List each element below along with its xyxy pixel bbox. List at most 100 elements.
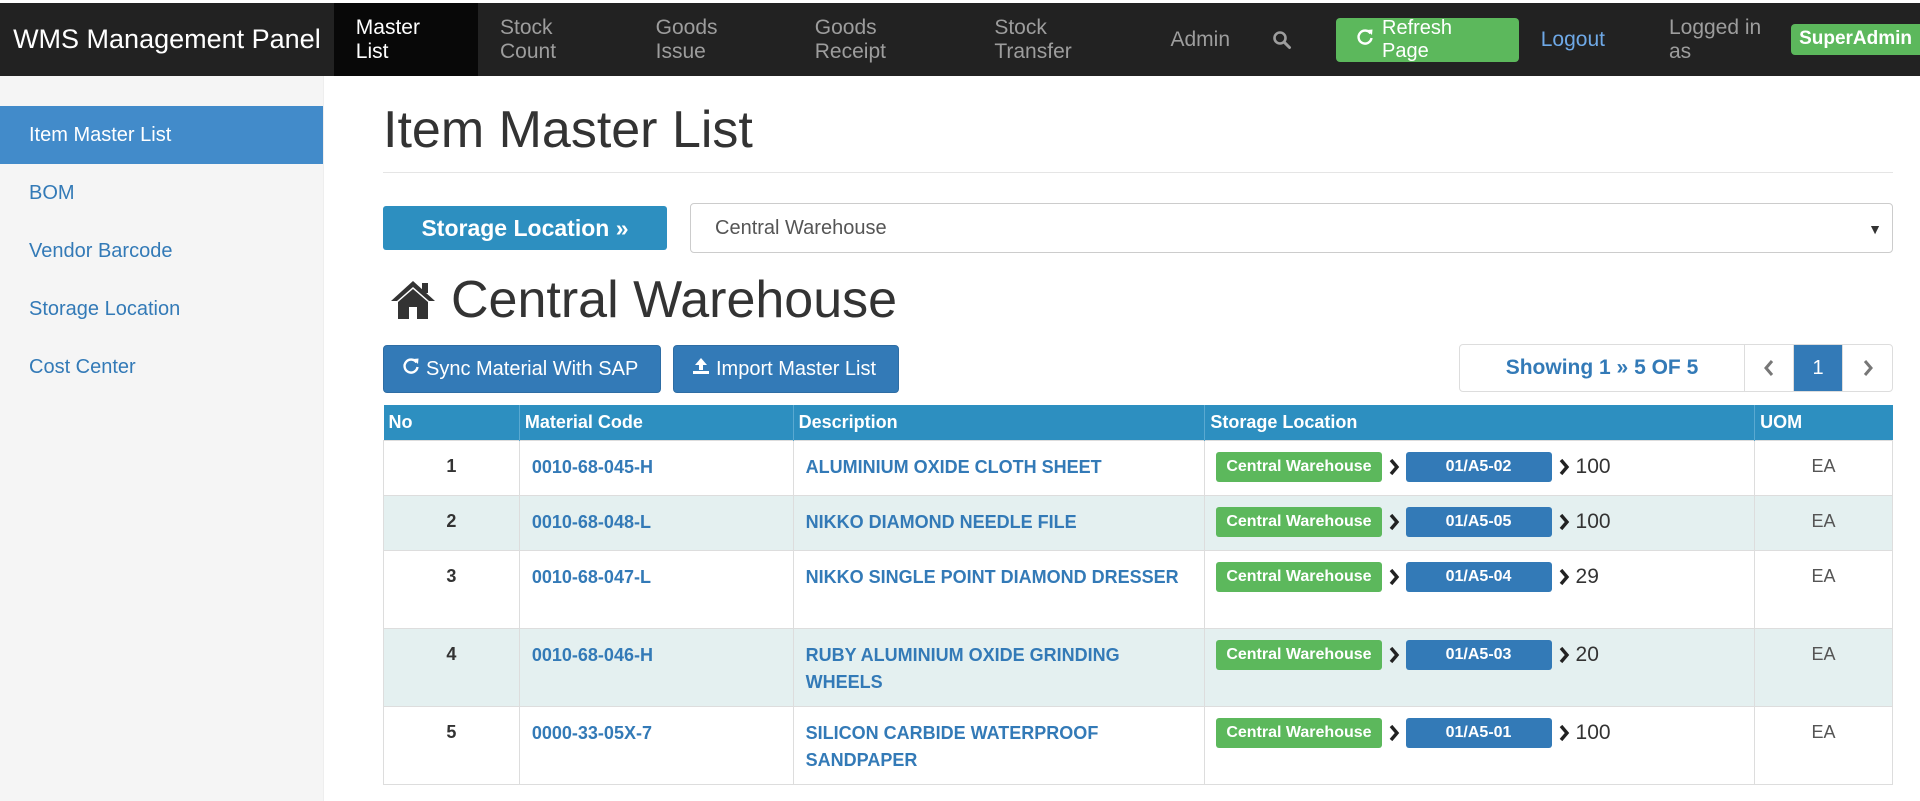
quantity: 100 xyxy=(1575,509,1611,533)
quantity: 29 xyxy=(1575,564,1599,588)
chevron-right-icon xyxy=(1863,360,1873,376)
brand-title[interactable]: WMS Management Panel xyxy=(0,3,334,76)
import-master-list-button[interactable]: Import Master List xyxy=(673,345,899,393)
chevron-right-icon xyxy=(1388,646,1400,664)
chevron-right-icon xyxy=(1558,458,1570,476)
bin-badge: 01/A5-02 xyxy=(1405,451,1552,482)
import-master-list-label: Import Master List xyxy=(716,357,877,380)
storage-location-path: Central Warehouse 01/A5-01 100 xyxy=(1216,717,1742,748)
search-icon[interactable] xyxy=(1252,3,1310,76)
main-content: Item Master List Storage Location » Cent… xyxy=(383,76,1893,785)
description-link[interactable]: SILICON CARBIDE WATERPROOF SANDPAPER xyxy=(806,720,1193,774)
refresh-page-label: Refresh Page xyxy=(1382,16,1453,62)
table-row: 4 0010-68-046-H RUBY ALUMINIUM OXIDE GRI… xyxy=(383,627,1893,707)
item-master-table: No Material Code Description Storage Loc… xyxy=(383,405,1893,785)
table-row: 1 0010-68-045-H ALUMINIUM OXIDE CLOTH SH… xyxy=(383,439,1893,496)
chevron-right-icon xyxy=(1558,568,1570,586)
quantity: 100 xyxy=(1575,720,1611,744)
logged-in-label: Logged in as xyxy=(1668,15,1762,63)
sidebar-item-vendor-barcode[interactable]: Vendor Barcode xyxy=(0,222,323,280)
description-link[interactable]: NIKKO SINGLE POINT DIAMOND DRESSER xyxy=(806,564,1193,591)
warehouse-badge: Central Warehouse xyxy=(1216,561,1382,592)
nav-goods-issue[interactable]: Goods Issue xyxy=(634,3,793,76)
row-no: 2 xyxy=(446,510,457,531)
material-code-link[interactable]: 0010-68-047-L xyxy=(532,567,651,587)
uom-value: EA xyxy=(1811,721,1836,742)
chevron-right-icon xyxy=(1388,724,1400,742)
material-code-link[interactable]: 0010-68-045-H xyxy=(532,457,653,477)
storage-location-path: Central Warehouse 01/A5-05 100 xyxy=(1216,506,1742,537)
pagination-summary: Showing 1 » 5 OF 5 xyxy=(1460,345,1745,391)
nav-admin[interactable]: Admin xyxy=(1148,3,1252,76)
table-row: 3 0010-68-047-L NIKKO SINGLE POINT DIAMO… xyxy=(383,549,1893,629)
sidebar-item-storage-location[interactable]: Storage Location xyxy=(0,280,323,338)
quantity: 100 xyxy=(1575,454,1611,478)
storage-location-path: Central Warehouse 01/A5-04 29 xyxy=(1216,561,1742,592)
uom-value: EA xyxy=(1811,455,1836,476)
table-row: 5 0000-33-05X-7 SILICON CARBIDE WATERPRO… xyxy=(383,705,1893,785)
storage-location-button[interactable]: Storage Location » xyxy=(383,206,667,250)
column-header-no[interactable]: No xyxy=(383,405,520,440)
chevron-right-icon xyxy=(1388,513,1400,531)
uom-value: EA xyxy=(1811,565,1836,586)
row-no: 4 xyxy=(446,643,457,664)
select-caret-icon: ▼ xyxy=(1868,221,1882,237)
row-no: 3 xyxy=(446,565,457,586)
nav-stock-transfer[interactable]: Stock Transfer xyxy=(972,3,1148,76)
column-header-description[interactable]: Description xyxy=(792,405,1205,440)
logout-link[interactable]: Logout xyxy=(1541,28,1605,52)
row-no: 5 xyxy=(446,721,457,742)
bin-badge: 01/A5-03 xyxy=(1405,639,1552,670)
storage-location-select[interactable]: Central Warehouse ▼ xyxy=(690,203,1893,253)
column-header-material-code[interactable]: Material Code xyxy=(518,405,794,440)
chevron-right-icon xyxy=(1388,568,1400,586)
description-link[interactable]: NIKKO DIAMOND NEEDLE FILE xyxy=(806,509,1193,536)
next-page-button[interactable] xyxy=(1843,345,1892,391)
sidebar-item-item-master-list[interactable]: Item Master List xyxy=(0,106,323,164)
sync-material-button[interactable]: Sync Material With SAP xyxy=(383,345,661,393)
refresh-page-button[interactable]: Refresh Page xyxy=(1336,16,1519,62)
refresh-icon xyxy=(1356,28,1374,52)
chevron-right-icon xyxy=(1558,513,1570,531)
description-link[interactable]: RUBY ALUMINIUM OXIDE GRINDING WHEELS xyxy=(806,642,1193,696)
storage-location-select-value: Central Warehouse xyxy=(715,216,887,239)
warehouse-badge: Central Warehouse xyxy=(1216,639,1382,670)
nav-goods-receipt[interactable]: Goods Receipt xyxy=(793,3,973,76)
bin-badge: 01/A5-04 xyxy=(1405,561,1552,592)
page-title: Item Master List xyxy=(383,101,753,159)
material-code-link[interactable]: 0000-33-05X-7 xyxy=(532,723,652,743)
prev-page-button[interactable] xyxy=(1745,345,1794,391)
warehouse-badge: Central Warehouse xyxy=(1216,506,1382,537)
row-no: 1 xyxy=(446,455,457,476)
sidebar: Item Master List BOM Vendor Barcode Stor… xyxy=(0,76,324,801)
sidebar-item-bom[interactable]: BOM xyxy=(0,164,323,222)
storage-location-path: Central Warehouse 01/A5-03 20 xyxy=(1216,639,1742,670)
storage-location-row: Storage Location » Central Warehouse ▼ xyxy=(383,203,1893,253)
upload-icon xyxy=(692,357,710,381)
nav-master-list[interactable]: Master List xyxy=(333,3,479,76)
warehouse-heading: Central Warehouse xyxy=(383,267,1893,333)
bin-badge: 01/A5-05 xyxy=(1405,506,1552,537)
bin-badge: 01/A5-01 xyxy=(1405,717,1552,748)
nav-stock-count[interactable]: Stock Count xyxy=(478,3,634,76)
chevron-right-icon xyxy=(1558,724,1570,742)
column-header-storage-location[interactable]: Storage Location xyxy=(1204,405,1755,440)
page-1-button[interactable]: 1 xyxy=(1794,345,1843,391)
uom-value: EA xyxy=(1811,643,1836,664)
logged-in-info: Logged in as SuperAdmin xyxy=(1669,16,1920,64)
table-row: 2 0010-68-048-L NIKKO DIAMOND NEEDLE FIL… xyxy=(383,494,1893,551)
column-header-uom[interactable]: UOM xyxy=(1754,405,1893,440)
quantity: 20 xyxy=(1575,642,1599,666)
warehouse-badge: Central Warehouse xyxy=(1216,717,1382,748)
table-header-row: No Material Code Description Storage Loc… xyxy=(383,405,1893,440)
material-code-link[interactable]: 0010-68-046-H xyxy=(532,645,653,665)
material-code-link[interactable]: 0010-68-048-L xyxy=(532,512,651,532)
warehouse-badge: Central Warehouse xyxy=(1216,451,1382,482)
description-link[interactable]: ALUMINIUM OXIDE CLOTH SHEET xyxy=(806,454,1193,481)
sidebar-item-cost-center[interactable]: Cost Center xyxy=(0,338,323,396)
pagination: Showing 1 » 5 OF 5 1 xyxy=(1459,344,1893,392)
title-divider xyxy=(383,172,1893,173)
sync-material-label: Sync Material With SAP xyxy=(426,357,639,380)
home-icon xyxy=(391,281,435,319)
top-navbar: WMS Management Panel Master List Stock C… xyxy=(0,0,1920,76)
